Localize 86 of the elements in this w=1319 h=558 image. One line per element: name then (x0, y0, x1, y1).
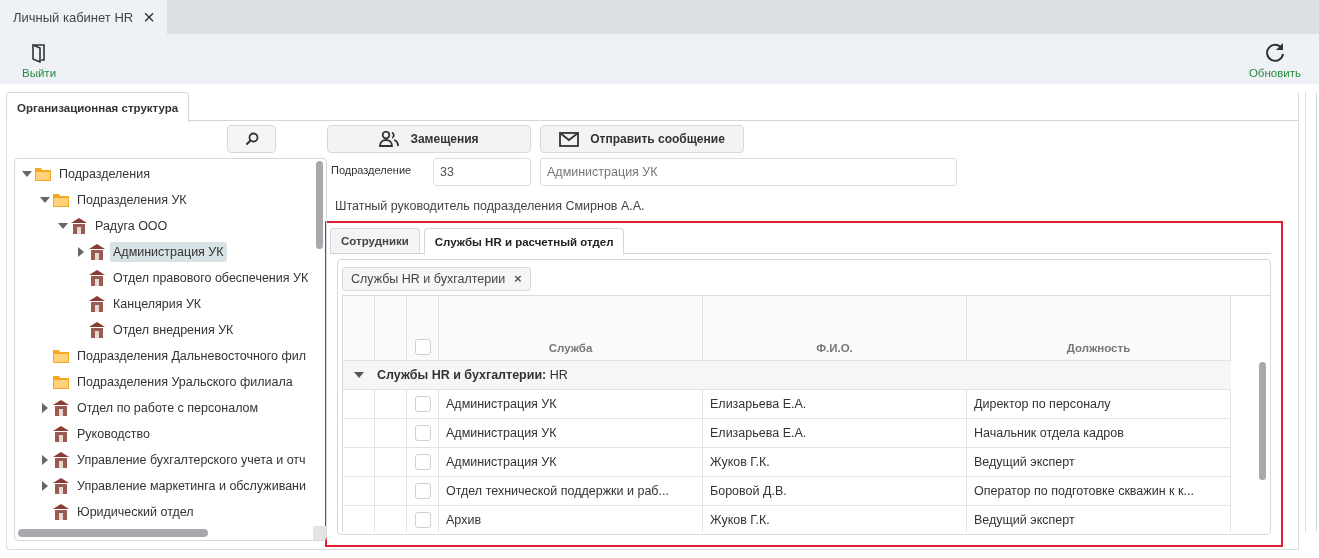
folder-icon (53, 349, 69, 363)
expand-icon[interactable] (78, 247, 84, 257)
building-icon (89, 270, 105, 286)
tree-item[interactable]: Подразделения УК (74, 190, 190, 210)
send-message-button[interactable]: Отправить сообщение (540, 125, 744, 153)
row-checkbox[interactable] (414, 454, 431, 470)
close-button[interactable]: × (143, 5, 155, 29)
table-cell: Администрация УК (439, 390, 703, 418)
row-checkbox[interactable] (414, 483, 431, 499)
tree-item[interactable]: Юридический отдел (74, 502, 197, 522)
building-icon (53, 504, 69, 520)
building-icon (53, 452, 69, 468)
manager-text: Штатный руководитель подразделения Смирнов А.А. (335, 199, 646, 213)
tab[interactable]: Службы HR и расчетный отдел (423, 228, 625, 255)
expand-icon[interactable] (42, 403, 48, 413)
table-cell: Директор по персоналу (967, 390, 1231, 418)
collapse-icon[interactable] (58, 223, 68, 229)
column-header[interactable]: Ф.И.О. (703, 296, 967, 360)
building-icon (89, 296, 105, 312)
building-icon (71, 218, 87, 234)
tree-item[interactable]: Управление маркетинга и обслуживани (74, 476, 309, 496)
envelope-icon (559, 131, 580, 147)
search-icon (244, 132, 259, 146)
row-checkbox[interactable] (414, 425, 431, 441)
tab[interactable]: Сотрудники (330, 228, 420, 253)
table-cell: Елизарьева Е.А. (703, 390, 967, 418)
expand-icon[interactable] (42, 455, 48, 465)
building-icon (89, 244, 105, 260)
column-header[interactable]: Служба (439, 296, 703, 360)
tree-item[interactable]: Администрация УК (110, 242, 227, 262)
table-cell: Администрация УК (439, 419, 703, 447)
table-cell: Администрация УК (439, 448, 703, 476)
folder-icon (35, 167, 51, 181)
window-tab[interactable]: Личный кабинет HR × (0, 0, 167, 34)
select-all-checkbox[interactable] (414, 339, 431, 355)
table-cell: Ведущий эксперт (967, 506, 1231, 532)
column-header[interactable]: Должность (967, 296, 1231, 360)
exit-button[interactable]: Выйти (22, 34, 57, 84)
scrollbar-thumb[interactable] (316, 161, 323, 249)
table-cell: Ведущий эксперт (967, 448, 1231, 476)
building-icon (53, 400, 69, 416)
tree-item[interactable]: Руководство (74, 424, 154, 444)
tree-item[interactable]: Управление бухгалтерского учета и отч (74, 450, 309, 470)
refresh-icon (1263, 41, 1286, 63)
substitutions-button[interactable]: Замещения (327, 125, 531, 153)
tree-item[interactable]: Канцелярия УК (110, 294, 205, 314)
tree-item[interactable]: Подразделения Уральского филиала (74, 372, 296, 392)
scrollbar-thumb[interactable] (1259, 362, 1266, 480)
row-checkbox[interactable] (414, 512, 431, 528)
collapse-icon[interactable] (354, 372, 364, 378)
expand-icon[interactable] (42, 481, 48, 491)
tree-item[interactable]: Отдел внедрения УК (110, 320, 237, 340)
building-icon (53, 478, 69, 494)
table-cell: Архив (439, 506, 703, 532)
refresh-button[interactable]: Обновить (1248, 34, 1301, 84)
table-cell: Боровой Д.В. (703, 477, 967, 505)
table-cell: Начальник отдела кадров (967, 419, 1231, 447)
name-field[interactable]: Администрация УК (540, 158, 957, 186)
tree-item[interactable]: Радуга ООО (92, 216, 171, 236)
panel-tab[interactable]: Организационная структура (6, 92, 190, 122)
field-label: Подразделение (331, 164, 413, 176)
tree-item[interactable]: Отдел правового обеспечения УК (110, 268, 312, 288)
code-field[interactable]: 33 (433, 158, 531, 186)
table-cell: Жуков Г.К. (703, 448, 967, 476)
table-cell: Жуков Г.К. (703, 506, 967, 532)
scrollbar-thumb[interactable] (18, 529, 208, 537)
tree-item[interactable]: Подразделения (56, 164, 153, 184)
folder-icon (53, 375, 69, 389)
tree-item[interactable]: Подразделения Дальневосточного фил (74, 346, 310, 366)
folder-icon (53, 193, 69, 207)
search-button[interactable] (227, 125, 276, 153)
collapse-icon[interactable] (40, 197, 50, 203)
table-cell: Елизарьева Е.А. (703, 419, 967, 447)
chip-label: Службы HR и бухгалтерии (351, 272, 506, 286)
tree-item[interactable]: Отдел по работе с персоналом (74, 398, 262, 418)
remove-button[interactable]: × (514, 272, 522, 286)
building-icon (53, 426, 69, 442)
row-checkbox[interactable] (414, 396, 431, 412)
scrollbar-corner (313, 526, 326, 540)
group-label: Службы HR и бухгалтерии: HR (376, 368, 568, 382)
table-cell: Оператор по подготовке скважин к к... (967, 477, 1231, 505)
people-icon (379, 131, 400, 147)
building-icon (89, 322, 105, 338)
collapse-icon[interactable] (22, 171, 32, 177)
door-icon (31, 43, 48, 63)
table-cell: Отдел технической поддержки и раб... (439, 477, 703, 505)
